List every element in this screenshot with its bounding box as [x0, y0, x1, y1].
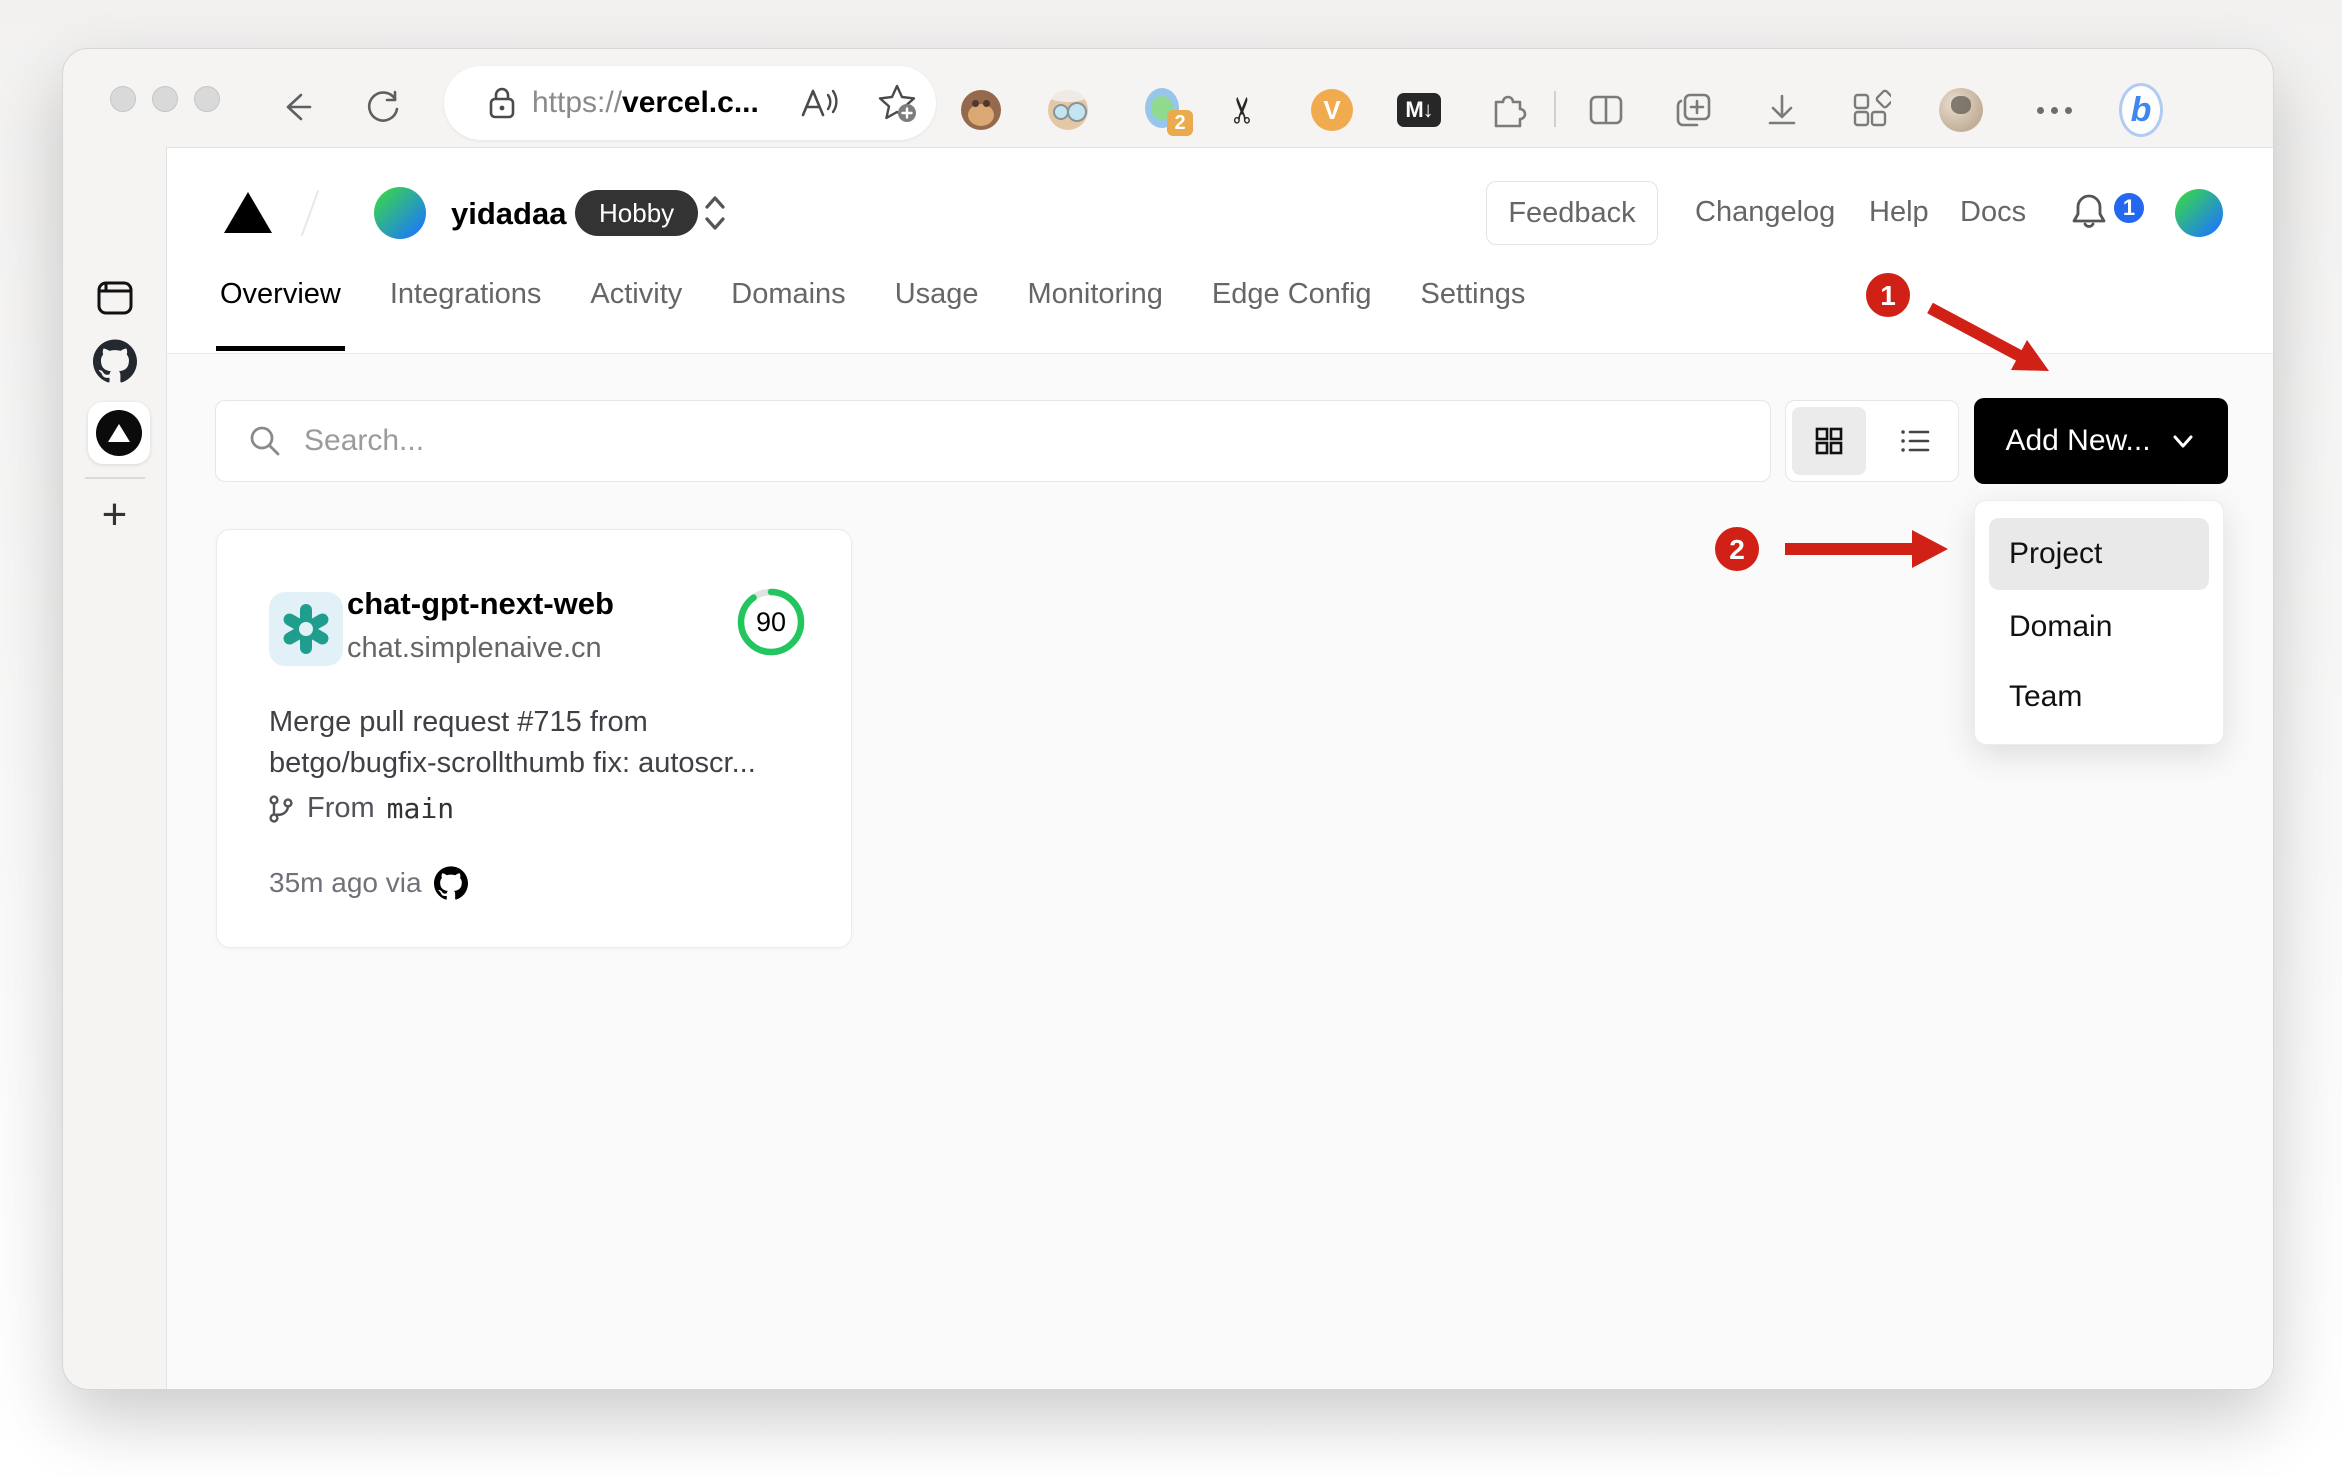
git-branch-icon	[269, 794, 293, 823]
search-box[interactable]	[215, 400, 1771, 482]
team-switcher-icon[interactable]	[700, 192, 730, 234]
markdown-extension-icon[interactable]: M↓	[1397, 88, 1441, 132]
docs-link[interactable]: Docs	[1960, 196, 2026, 229]
vercel-logo[interactable]	[224, 192, 272, 233]
updated-time: 35m ago via	[269, 867, 422, 898]
notification-count-badge[interactable]: 1	[2111, 190, 2147, 226]
score-ring: 90	[735, 586, 807, 658]
team-avatar[interactable]	[374, 187, 426, 239]
view-toggle	[1785, 400, 1959, 482]
browser-toolbar: https://vercel.c... 2 ✂ V M↓ b	[63, 49, 2273, 147]
github-tab-icon[interactable]	[63, 339, 166, 383]
notifications-bell-icon[interactable]	[2065, 188, 2113, 236]
commit-message: Merge pull request #715 from betgo/bugfi…	[269, 706, 756, 779]
project-name[interactable]: chat-gpt-next-web	[347, 586, 614, 622]
more-menu-icon[interactable]	[2032, 88, 2076, 132]
back-button[interactable]	[276, 87, 316, 127]
minimize-window-button[interactable]	[152, 86, 178, 112]
add-new-dropdown: Project Domain Team	[1974, 500, 2224, 745]
collections-icon[interactable]	[1672, 88, 1716, 132]
help-link[interactable]: Help	[1869, 196, 1929, 229]
tampermonkey-extension-icon[interactable]	[959, 88, 1003, 132]
add-new-button[interactable]: Add New...	[1974, 398, 2228, 484]
lock-icon	[486, 85, 518, 121]
team-name[interactable]: yidadaa	[451, 196, 566, 232]
user-avatar[interactable]	[2175, 189, 2223, 237]
dropdown-item-team[interactable]: Team	[1989, 661, 2209, 733]
clipper-extension-icon[interactable]: ✂	[1222, 88, 1266, 132]
tab-settings[interactable]: Settings	[1421, 278, 1526, 351]
dropdown-item-domain[interactable]: Domain	[1989, 591, 2209, 663]
profile-avatar[interactable]	[1939, 88, 1983, 132]
tab-edge-config[interactable]: Edge Config	[1212, 278, 1372, 351]
card-footer: 35m ago via	[269, 866, 468, 900]
dropdown-item-project[interactable]: Project	[1989, 518, 2209, 590]
plan-badge: Hobby	[575, 190, 699, 236]
list-view-button[interactable]	[1878, 407, 1952, 475]
score-value: 90	[755, 606, 787, 637]
proxy-extension-icon[interactable]: 2	[1143, 88, 1193, 136]
project-card[interactable]: chat-gpt-next-web chat.simplenaive.cn 90…	[216, 529, 852, 948]
toolbar-divider	[1554, 91, 1556, 127]
branch-name: main	[386, 792, 455, 825]
zoom-window-button[interactable]	[194, 86, 220, 112]
sidebar-divider	[85, 477, 145, 479]
bing-chat-icon[interactable]: b	[2119, 83, 2163, 137]
video-extension-icon[interactable]: V	[1310, 88, 1354, 132]
tab-integrations[interactable]: Integrations	[390, 278, 542, 351]
search-icon	[246, 422, 284, 460]
extension-badge: 2	[1167, 110, 1193, 136]
browser-window: https://vercel.c... 2 ✂ V M↓ b + yidadaa…	[62, 48, 2274, 1390]
openai-logo-icon	[269, 592, 343, 666]
new-tab-button[interactable]: +	[63, 490, 166, 539]
split-screen-icon[interactable]	[1584, 88, 1628, 132]
search-input[interactable]	[304, 424, 1770, 458]
nav-tabs: Overview Integrations Activity Domains U…	[216, 278, 1526, 351]
downloads-icon[interactable]	[1760, 88, 1804, 132]
chevron-down-icon	[2173, 435, 2193, 448]
grid-view-button[interactable]	[1792, 407, 1866, 475]
browser-sidebar: +	[63, 147, 166, 1389]
apps-launcher-icon[interactable]	[1848, 88, 1892, 132]
tab-activity[interactable]: Activity	[590, 278, 682, 351]
favorite-star-icon[interactable]	[875, 81, 919, 125]
tab-usage[interactable]: Usage	[895, 278, 979, 351]
refresh-button[interactable]	[363, 87, 403, 127]
user-agent-extension-icon[interactable]	[1046, 88, 1090, 132]
vercel-tab-active[interactable]	[88, 402, 150, 464]
feedback-button[interactable]: Feedback	[1486, 181, 1658, 245]
close-window-button[interactable]	[110, 86, 136, 112]
branch-prefix: From	[307, 792, 375, 824]
address-bar[interactable]: https://vercel.c...	[444, 66, 936, 140]
tab-domains[interactable]: Domains	[731, 278, 845, 351]
project-domain[interactable]: chat.simplenaive.cn	[347, 632, 602, 665]
github-icon	[433, 866, 468, 900]
read-aloud-icon[interactable]	[797, 83, 841, 123]
vercel-page: yidadaa Hobby Feedback Changelog Help Do…	[166, 147, 2273, 1389]
tab-monitoring[interactable]: Monitoring	[1028, 278, 1163, 351]
vercel-favicon	[96, 410, 142, 456]
tab-overview[interactable]: Overview	[216, 278, 345, 351]
tab-panel-icon[interactable]	[63, 275, 166, 321]
changelog-link[interactable]: Changelog	[1695, 196, 1835, 229]
url-text: https://vercel.c...	[532, 86, 759, 119]
branch-row: From main	[267, 792, 454, 825]
breadcrumb-slash	[300, 190, 320, 236]
extensions-puzzle-icon[interactable]	[1486, 88, 1530, 132]
